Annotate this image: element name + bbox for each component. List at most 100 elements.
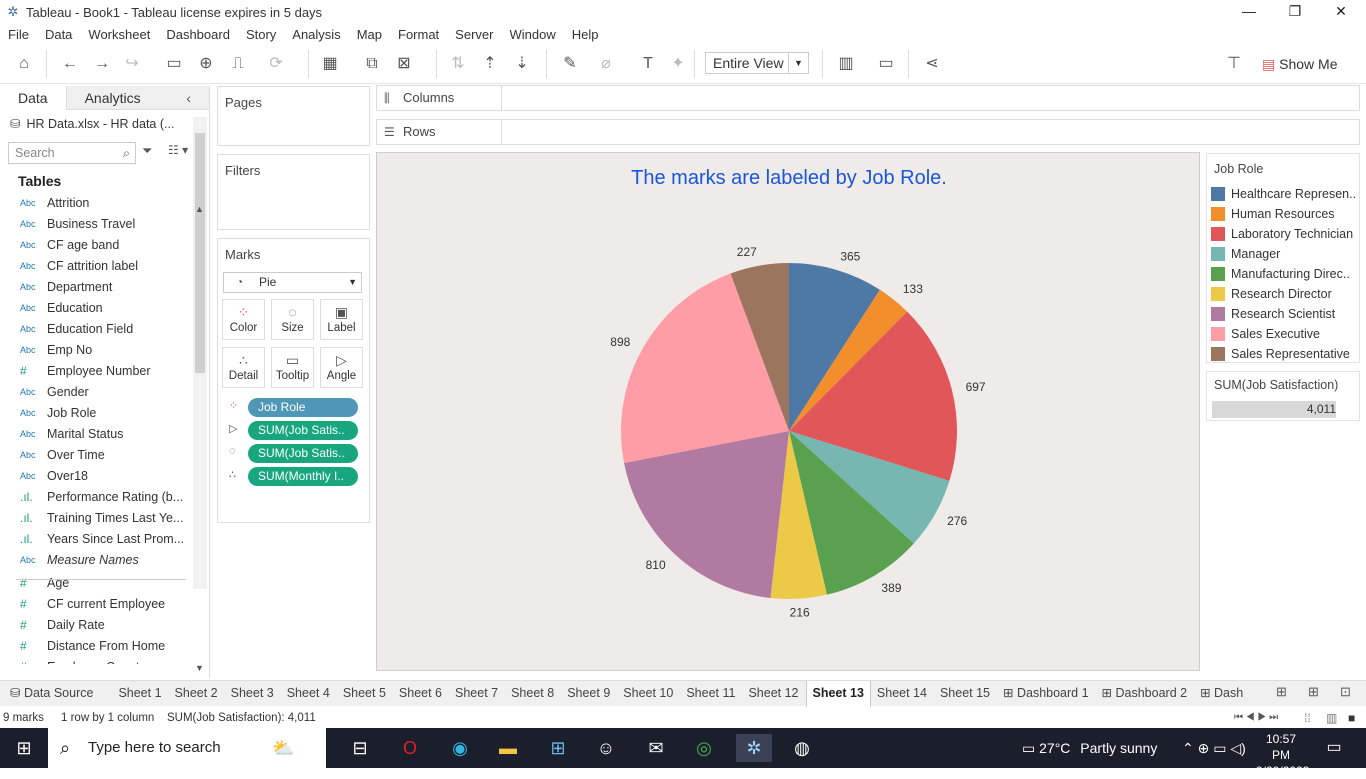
sheet-tab[interactable]: Sheet 3 — [225, 681, 281, 707]
menu-format[interactable]: Format — [398, 27, 439, 42]
sheet-tab[interactable]: Sheet 4 — [281, 681, 337, 707]
chrome-icon[interactable]: ◎ — [690, 734, 718, 762]
datasource-item[interactable]: ⛁ HR Data.xlsx - HR data (... — [0, 110, 209, 138]
show-labels-icon[interactable]: T — [636, 52, 660, 76]
menu-data[interactable]: Data — [45, 27, 72, 42]
field-item[interactable]: Abc Over18 — [0, 465, 188, 486]
pages-card[interactable]: Pages — [217, 86, 370, 146]
edge-icon[interactable]: ◉ — [446, 734, 474, 762]
sheet-tab[interactable]: Sheet 10 — [617, 681, 680, 707]
windows-start-icon[interactable]: ⊞ — [10, 734, 38, 762]
field-item[interactable]: # Employee Number — [0, 360, 188, 381]
field-item[interactable]: Abc Education — [0, 297, 188, 318]
swap-icon[interactable]: ⇅ — [446, 52, 470, 76]
menu-server[interactable]: Server — [455, 27, 493, 42]
menu-window[interactable]: Window — [509, 27, 555, 42]
sheet-tab[interactable]: Sheet 2 — [169, 681, 225, 707]
field-item[interactable]: # Distance From Home — [0, 635, 188, 656]
legend-item[interactable]: Manager — [1207, 244, 1359, 264]
sheet-tab[interactable]: Sheet 9 — [561, 681, 617, 707]
filter-icon[interactable]: ⏷ — [142, 143, 152, 159]
sort-descending-icon[interactable]: ⇣ — [510, 52, 534, 76]
group-icon[interactable]: ⌀ — [594, 52, 618, 76]
highlight-icon[interactable]: ✎ — [558, 52, 582, 76]
format-painter-icon[interactable]: ⊤ — [1222, 52, 1246, 76]
sheet-tab[interactable]: Sheet 14 — [871, 681, 934, 707]
sheet-tab[interactable]: Sheet 13 — [805, 680, 871, 707]
field-item[interactable]: Abc Attrition — [0, 192, 188, 213]
field-list-scroll-thumb[interactable] — [195, 133, 205, 373]
linux-app-icon[interactable]: ☺ — [592, 734, 620, 762]
replay-icon[interactable]: ↪ — [120, 52, 144, 76]
new-worksheet-icon[interactable]: ▦ — [318, 52, 342, 76]
field-item[interactable]: .ıl. Performance Rating (b... — [0, 486, 188, 507]
legend-item[interactable]: Sales Executive — [1207, 324, 1359, 344]
show-cards-icon[interactable]: ▥ — [834, 52, 858, 76]
angle-button[interactable]: ▷ Angle — [320, 347, 363, 388]
view-options-icon[interactable]: ☷ ▾ — [168, 143, 188, 157]
obs-icon[interactable]: ◍ — [788, 734, 816, 762]
menu-worksheet[interactable]: Worksheet — [88, 27, 150, 42]
sort-ascending-icon[interactable]: ⇡ — [478, 52, 502, 76]
detail-button[interactable]: ∴ Detail — [222, 347, 265, 388]
field-item[interactable]: Abc Emp No — [0, 339, 188, 360]
duplicate-sheet-icon[interactable]: ⧉ — [360, 52, 384, 76]
task-view-icon[interactable]: ⊟ — [346, 734, 374, 762]
sheet-tab[interactable]: Sheet 5 — [337, 681, 393, 707]
redo-icon[interactable]: → — [90, 52, 114, 76]
field-item[interactable]: Abc CF age band — [0, 234, 188, 255]
scroll-down-icon[interactable]: ▼ — [195, 663, 204, 673]
presentation-mode-icon[interactable]: ▭ — [874, 52, 898, 76]
save-icon[interactable]: ▭ — [162, 52, 186, 76]
show-me-button[interactable]: ▤ Show Me — [1262, 52, 1337, 76]
legend-item[interactable]: Laboratory Technician — [1207, 224, 1359, 244]
pill-job-role[interactable]: Job Role — [248, 398, 358, 417]
columns-shelf[interactable]: ⫼ Columns — [376, 85, 1360, 111]
legend-item[interactable]: Human Resources — [1207, 204, 1359, 224]
close-icon[interactable]: ✕ — [1318, 0, 1364, 24]
tab-data-source[interactable]: ⛁ Data Source — [0, 681, 100, 707]
sheet-tab[interactable]: Sheet 8 — [505, 681, 561, 707]
mark-type-dropdown[interactable]: ◔ Pie ▼ — [223, 272, 362, 293]
field-item[interactable]: Abc Department — [0, 276, 188, 297]
legend-item[interactable]: Healthcare Represen.. — [1207, 184, 1359, 204]
field-item[interactable]: # Employee Count — [0, 656, 188, 665]
sheet-tab[interactable]: ⊞ Dashboard 1 — [997, 681, 1096, 707]
menu-dashboard[interactable]: Dashboard — [166, 27, 230, 42]
legend-item[interactable]: Manufacturing Direc.. — [1207, 264, 1359, 284]
file-explorer-icon[interactable]: ▬ — [494, 734, 522, 762]
refresh-icon[interactable]: ⟳ — [264, 52, 288, 76]
taskbar-search[interactable]: ⌕ Type here to search ⛅ — [48, 728, 326, 768]
field-item[interactable]: Abc Measure Names — [0, 549, 188, 570]
tooltip-button[interactable]: ▭ Tooltip — [271, 347, 314, 388]
sheet-tab[interactable]: ⊞ Dashboard 2 — [1096, 681, 1195, 707]
tab-data[interactable]: Data — [0, 86, 66, 110]
field-item[interactable]: .ıl. Training Times Last Ye... — [0, 507, 188, 528]
clock[interactable]: 10:57 PM 9/29/2023 — [1256, 731, 1309, 779]
field-item[interactable]: Abc Business Travel — [0, 213, 188, 234]
filmstrip-icon[interactable]: ▥ — [1326, 708, 1337, 728]
field-item[interactable]: Abc Job Role — [0, 402, 188, 423]
sheet-nav-icons[interactable]: ⏮ ◀ ▶ ⏭ — [1234, 708, 1278, 728]
field-item[interactable]: .ıl. Years Since Last Prom... — [0, 528, 188, 549]
sheet-tab[interactable]: Sheet 15 — [934, 681, 997, 707]
home-icon[interactable]: ⌂ — [12, 52, 36, 76]
legend-item[interactable]: Sales Representative — [1207, 344, 1359, 364]
pill-job-satisfaction-angle[interactable]: SUM(Job Satis.. — [248, 421, 358, 440]
field-item[interactable]: # Daily Rate — [0, 614, 188, 635]
menu-help[interactable]: Help — [572, 27, 599, 42]
collapse-chevron-icon[interactable]: ‹ — [186, 89, 191, 107]
clear-sheet-icon[interactable]: ⊠ — [392, 52, 416, 76]
tabs-view-icon[interactable]: ■ — [1348, 708, 1355, 728]
pill-monthly-income[interactable]: SUM(Monthly I.. — [248, 467, 358, 486]
share-icon[interactable]: ⋖ — [920, 52, 944, 76]
sheet-tab[interactable]: Sheet 7 — [449, 681, 505, 707]
fix-axes-icon[interactable]: ✦ — [666, 52, 690, 76]
field-item[interactable]: Abc Education Field — [0, 318, 188, 339]
restore-icon[interactable]: ❐ — [1272, 0, 1318, 24]
field-item[interactable]: # CF current Employee — [0, 593, 188, 614]
tableau-taskbar-icon[interactable]: ✲ — [736, 734, 772, 762]
size-button[interactable]: ◌ Size — [271, 299, 314, 340]
weather-tray[interactable]: ▭ 27°C Partly sunny — [1022, 728, 1157, 768]
color-button[interactable]: ⁘ Color — [222, 299, 265, 340]
